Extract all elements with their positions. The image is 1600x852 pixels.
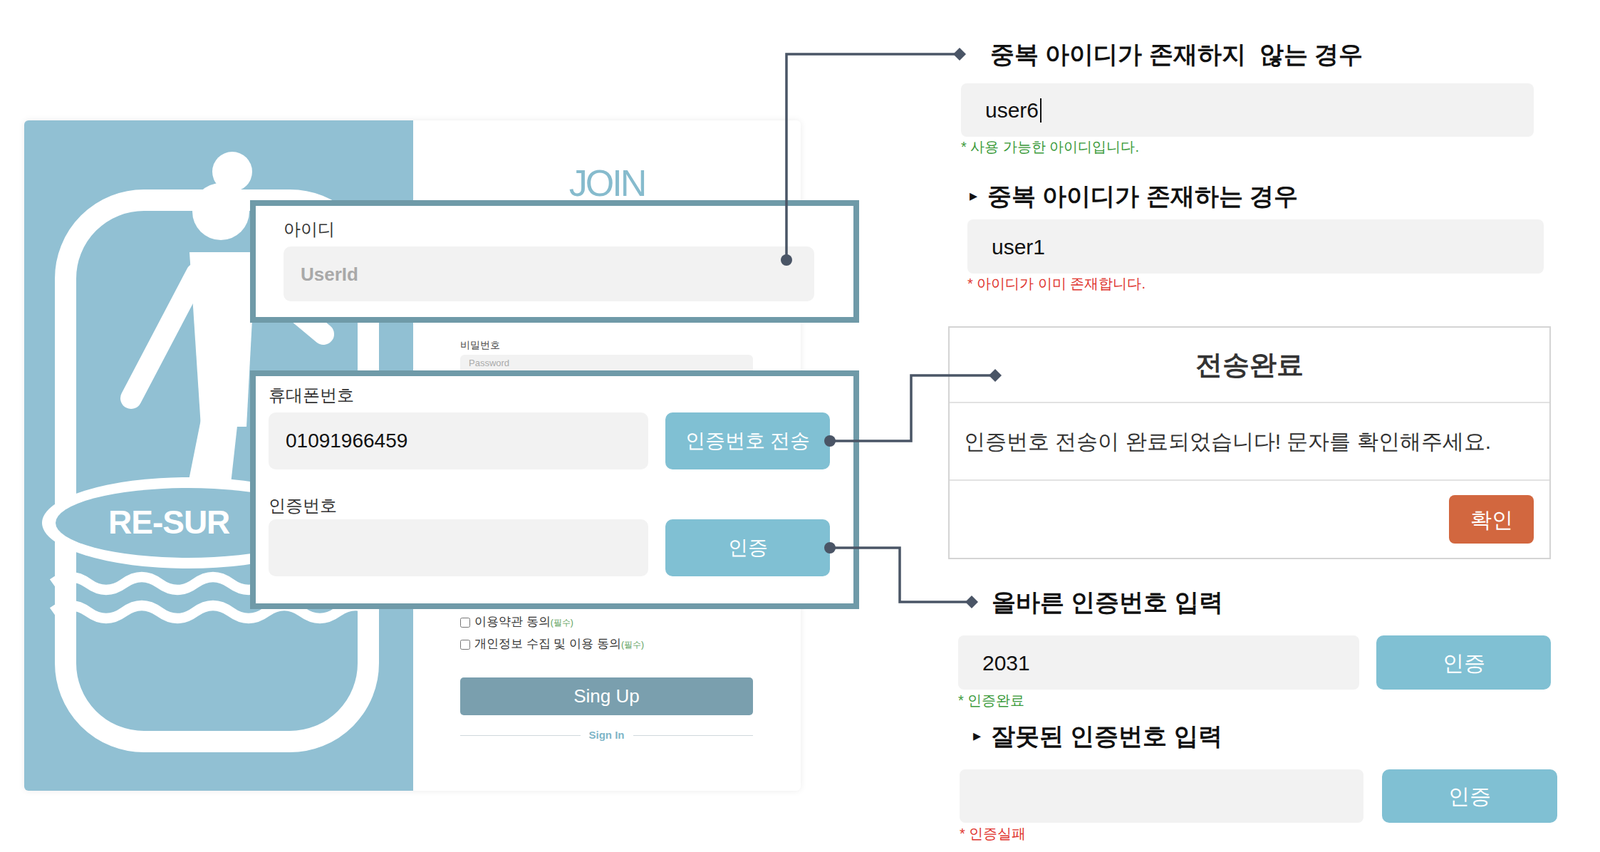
divider-line <box>633 735 754 736</box>
signin-link[interactable]: Sign In <box>589 728 625 743</box>
text-caret <box>1040 98 1042 123</box>
dialog-footer: 확인 <box>949 480 1550 558</box>
case-marker: ▸ <box>973 721 981 751</box>
diagram: RE-SURJOIN비밀번호이용약관 동의(필수)개인정보 수집 및 이용 동의… <box>0 0 1600 852</box>
signup-button[interactable]: Sing Up <box>460 677 753 716</box>
verify-button[interactable]: 인증 <box>665 519 830 577</box>
case-message: * 아이디가 이미 존재합니다. <box>967 274 1146 293</box>
field-value: user6 <box>985 94 1039 127</box>
agreement-label: 개인정보 수집 및 이용 동의(필수) <box>474 636 644 653</box>
case-title: 중복 아이디가 존재하는 경우 <box>987 181 1298 211</box>
signin-row: Sign In <box>460 728 753 743</box>
agreement-checkbox[interactable] <box>460 617 471 628</box>
case-message: * 인증완료 <box>958 691 1025 709</box>
case-title: 올바른 인증번호 입력 <box>991 587 1224 617</box>
phone-highlight-box: 휴대폰번호인증번호 전송인증번호인증 <box>250 370 860 610</box>
logo-text: RE-SUR <box>108 502 230 543</box>
divider-line <box>460 735 581 736</box>
send-code-button[interactable]: 인증번호 전송 <box>665 412 830 470</box>
phone-label: 휴대폰번호 <box>268 384 854 407</box>
id-highlight-box: 아이디 <box>250 200 860 323</box>
verify-button[interactable]: 인증 <box>1382 769 1558 823</box>
code-example-field[interactable]: 2031 <box>958 635 1360 690</box>
phone-row: 인증번호 전송 <box>268 412 854 470</box>
verify-button[interactable]: 인증 <box>1376 635 1551 690</box>
case-heading: 올바른 인증번호 입력 <box>991 587 1224 617</box>
agreement-text: 개인정보 수집 및 이용 동의 <box>474 636 622 651</box>
agreement-checkbox[interactable] <box>460 639 471 650</box>
dialog-title: 전송완료 <box>949 327 1550 404</box>
code-label: 인증번호 <box>268 495 854 517</box>
code-input[interactable] <box>268 519 649 577</box>
required-tag: (필수) <box>550 617 574 628</box>
id-example-field[interactable]: user1 <box>967 219 1544 274</box>
code-row: 인증 <box>268 519 854 577</box>
case-heading: ▸ 잘못된 인증번호 입력 <box>973 721 1223 751</box>
case-message: * 사용 가능한 아이디입니다. <box>960 138 1140 156</box>
case-heading: 중복 아이디가 존재하지 않는 경우 <box>990 39 1363 69</box>
confirm-button[interactable]: 확인 <box>1448 495 1534 544</box>
case-marker: ▸ <box>969 181 978 211</box>
case-title: 잘못된 인증번호 입력 <box>990 721 1223 751</box>
phone-input[interactable] <box>268 412 649 470</box>
password-label: 비밀번호 <box>460 338 501 352</box>
agreement-row[interactable]: 이용약관 동의(필수) <box>460 614 574 631</box>
agreement-label: 이용약관 동의(필수) <box>474 614 574 631</box>
form-title: JOIN <box>413 161 801 205</box>
dialog-message: 인증번호 전송이 완료되었습니다! 문자를 확인해주세요. <box>949 403 1550 481</box>
send-complete-dialog: 전송완료인증번호 전송이 완료되었습니다! 문자를 확인해주세요. 확인 <box>948 326 1551 560</box>
id-example-field[interactable]: user6 <box>960 83 1534 137</box>
case-title: 중복 아이디가 존재하지 않는 경우 <box>990 39 1363 69</box>
id-input[interactable] <box>283 246 815 302</box>
agreement-text: 이용약관 동의 <box>474 614 551 629</box>
agreement-row[interactable]: 개인정보 수집 및 이용 동의(필수) <box>460 636 644 653</box>
case-heading: ▸ 중복 아이디가 존재하는 경우 <box>969 181 1298 211</box>
case-message: * 인증실패 <box>959 824 1026 843</box>
code-example-field[interactable] <box>959 769 1364 823</box>
field-value: 2031 <box>982 646 1031 679</box>
required-tag: (필수) <box>621 639 644 650</box>
id-label: 아이디 <box>283 218 854 241</box>
field-value: user1 <box>991 230 1046 263</box>
